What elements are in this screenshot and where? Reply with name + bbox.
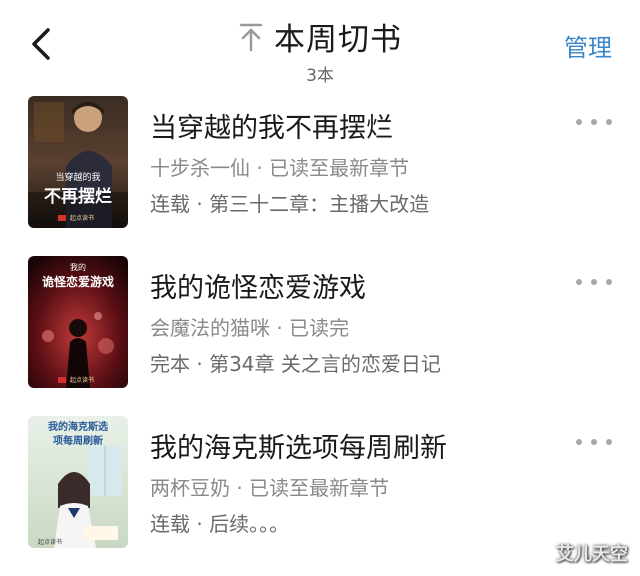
cover-title-small: 当穿越的我 xyxy=(55,171,100,183)
book-item[interactable]: 我的海克斯选 项每周刷新 起点读书 我的海克斯选项每周刷新 两杯豆奶 · 已读至… xyxy=(0,416,640,556)
cover-title-small: 我的海克斯选 xyxy=(48,420,108,433)
top-bar: 本周切书 3本 管理 xyxy=(0,0,640,86)
cover-brand: 起点读书 xyxy=(70,376,94,384)
book-title: 我的海克斯选项每周刷新 xyxy=(150,433,447,464)
page-title: 本周切书 xyxy=(274,22,402,58)
more-options-icon[interactable] xyxy=(576,434,612,450)
book-title: 当穿越的我不再摆烂 xyxy=(150,113,393,144)
book-item[interactable]: 我的 诡怪恋爱游戏 起点读书 我的诡怪恋爱游戏 会魔法的猫咪 · 已读完 完本 … xyxy=(0,256,640,396)
book-item[interactable]: 当穿越的我 不再摆烂 起点读书 当穿越的我不再摆烂 十步杀一仙 · 已读至最新章… xyxy=(0,96,640,236)
book-status: 连载 · 后续。。。 xyxy=(150,512,290,536)
book-status: 完本 · 第34章 关之言的恋爱日记 xyxy=(150,352,441,376)
book-status: 连载 · 第三十二章：主播大改造 xyxy=(150,192,430,216)
watermark: 艾儿天空 xyxy=(556,544,628,565)
book-author-progress: 十步杀一仙 · 已读至最新章节 xyxy=(150,156,410,180)
book-count: 3本 xyxy=(306,66,334,86)
book-title: 我的诡怪恋爱游戏 xyxy=(150,273,366,304)
manage-button[interactable]: 管理 xyxy=(564,28,612,63)
book-cover[interactable]: 我的 诡怪恋爱游戏 起点读书 xyxy=(28,256,128,388)
header-title-block: 本周切书 3本 xyxy=(0,14,640,86)
book-cover[interactable]: 当穿越的我 不再摆烂 起点读书 xyxy=(28,96,128,228)
book-author-progress: 两杯豆奶 · 已读至最新章节 xyxy=(150,476,390,500)
cover-brand: 起点读书 xyxy=(38,538,62,546)
cover-title-big: 项每周刷新 xyxy=(53,434,103,447)
book-cover[interactable]: 我的海克斯选 项每周刷新 起点读书 xyxy=(28,416,128,548)
pin-top-icon xyxy=(239,23,263,51)
book-author-progress: 会魔法的猫咪 · 已读完 xyxy=(150,316,350,340)
cover-title-big: 不再摆烂 xyxy=(44,186,112,207)
cover-brand: 起点读书 xyxy=(70,214,94,222)
more-options-icon[interactable] xyxy=(576,114,612,130)
cover-title-big: 诡怪恋爱游戏 xyxy=(42,274,114,289)
more-options-icon[interactable] xyxy=(576,274,612,290)
cover-title-small: 我的 xyxy=(70,262,86,272)
